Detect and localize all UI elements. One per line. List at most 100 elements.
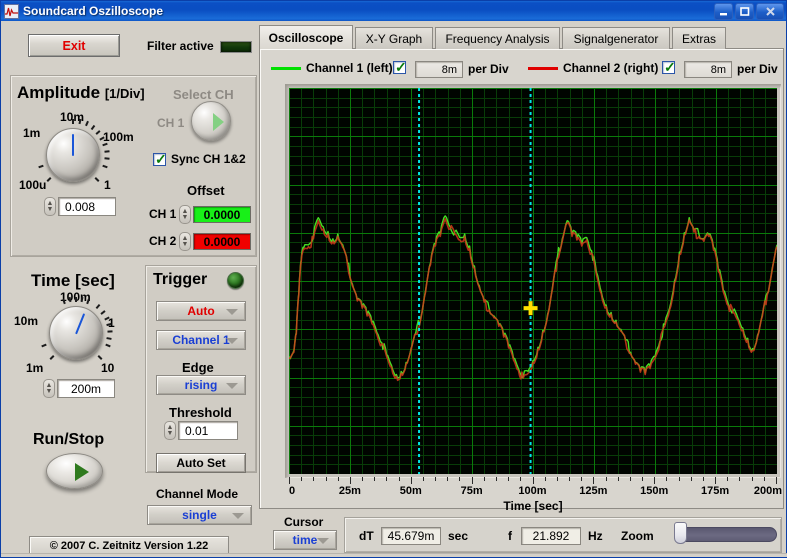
trigger-threshold-spinner[interactable]: ▲▼: [164, 421, 176, 440]
x-axis-tick: [496, 477, 497, 481]
knob-tick: [107, 331, 112, 333]
knob-tick: [49, 355, 54, 360]
select-ch-label: Select CH: [173, 87, 234, 102]
x-axis-tick: [533, 477, 534, 484]
x-axis-tick: [666, 477, 667, 481]
auto-set-button[interactable]: Auto Set: [156, 453, 246, 473]
x-axis-tick: [423, 477, 424, 481]
trigger-mode-dropdown[interactable]: Auto: [156, 301, 246, 321]
trigger-threshold-field[interactable]: 0.01: [178, 421, 238, 440]
x-axis-tick: [313, 477, 314, 481]
time-knob-needle: [75, 313, 85, 334]
zoom-slider-thumb[interactable]: [674, 522, 687, 544]
check-icon: ✓: [664, 60, 676, 74]
scope-display[interactable]: [289, 88, 777, 474]
cursor-mode-dropdown[interactable]: time: [273, 530, 337, 550]
tab-extras[interactable]: Extras: [672, 27, 726, 49]
ch2-offset-field[interactable]: 0.0000: [193, 233, 251, 250]
x-axis-tick-label: 175m: [701, 485, 729, 497]
tab-xy-graph[interactable]: X-Y Graph: [355, 27, 433, 49]
x-axis-tick: [326, 477, 327, 481]
exit-button[interactable]: Exit: [28, 34, 120, 57]
channel1-perdiv-label: per Div: [468, 62, 509, 76]
x-axis-tick: [727, 477, 728, 481]
ch1-offset-field[interactable]: 0.0000: [193, 206, 251, 223]
tab-oscilloscope[interactable]: Oscilloscope: [259, 25, 353, 49]
channel2-perdiv-field[interactable]: 8m: [684, 61, 732, 78]
x-axis-tick: [764, 477, 765, 481]
x-axis-tick: [374, 477, 375, 481]
ch1-offset-spinner[interactable]: ▲▼: [179, 205, 191, 224]
x-axis-tick: [703, 477, 704, 481]
channel1-perdiv-field[interactable]: 8m: [415, 61, 463, 78]
select-ch-knob[interactable]: [191, 101, 231, 141]
time-value-field[interactable]: 200m: [57, 379, 115, 398]
maximize-button[interactable]: [735, 3, 754, 20]
application-window: Soundcard Oszilloscope Exit Filter activ…: [0, 0, 787, 558]
x-axis-tick: [691, 477, 692, 481]
sync-channels-checkbox[interactable]: ✓: [153, 153, 166, 166]
knob-tick: [100, 310, 105, 315]
tab-bar: Oscilloscope X-Y Graph Frequency Analysi…: [259, 25, 784, 49]
x-axis: 025m50m75m100m125m150m175m200m Time [sec…: [289, 477, 777, 509]
knob-tick: [104, 150, 109, 153]
x-axis-tick: [386, 477, 387, 481]
tab-signalgenerator[interactable]: Signalgenerator: [562, 27, 670, 49]
frequency-value-field: 21.892: [521, 527, 581, 545]
amplitude-knob[interactable]: [46, 128, 100, 182]
amplitude-tick-label-1: 1: [104, 178, 111, 192]
knob-tick: [75, 297, 77, 302]
amplitude-tick-label-1m: 1m: [23, 126, 40, 140]
dt-unit-label: sec: [448, 529, 468, 543]
x-axis-tick: [435, 477, 436, 481]
amplitude-spinner[interactable]: ▲▼: [44, 197, 56, 216]
frequency-label: f: [508, 529, 512, 543]
channel2-enable-checkbox[interactable]: ✓: [662, 61, 675, 74]
knob-tick: [105, 344, 110, 348]
x-axis-tick-label: 200m: [754, 485, 782, 497]
channel-mode-dropdown[interactable]: single: [147, 505, 252, 525]
x-axis-tick: [654, 477, 655, 484]
select-ch-pointer-icon: [213, 113, 224, 131]
time-tick-label-10m: 10m: [14, 314, 38, 328]
close-button[interactable]: [756, 3, 784, 20]
x-axis-tick: [557, 477, 558, 481]
amplitude-value-field[interactable]: 0.008: [58, 197, 116, 216]
x-axis-tick: [447, 477, 448, 481]
channel2-color-swatch: [528, 67, 558, 70]
channel1-enable-checkbox[interactable]: ✓: [393, 61, 406, 74]
check-icon: ✓: [395, 60, 407, 74]
x-axis-tick: [776, 477, 777, 484]
channel1-label: Channel 1 (left): [306, 61, 393, 75]
zoom-label: Zoom: [621, 529, 654, 543]
x-axis-tick: [338, 477, 339, 481]
amplitude-title-text: Amplitude: [17, 83, 100, 102]
minimize-button[interactable]: [714, 3, 733, 20]
trigger-source-dropdown[interactable]: Channel 1: [156, 330, 246, 350]
x-axis-ticks: [289, 477, 777, 484]
x-axis-tick-label: 100m: [518, 485, 546, 497]
knob-tick: [72, 119, 74, 124]
ch2-offset-spinner[interactable]: ▲▼: [179, 232, 191, 251]
trigger-source-value: Channel 1: [172, 333, 229, 347]
x-axis-tick: [459, 477, 460, 481]
zoom-slider-track[interactable]: [677, 527, 777, 542]
x-axis-tick: [569, 477, 570, 481]
chevron-down-icon: [226, 309, 238, 315]
knob-tick: [107, 337, 112, 340]
filter-active-led: [220, 41, 252, 53]
time-knob[interactable]: [49, 306, 103, 360]
amplitude-title-unit: [1/Div]: [105, 86, 145, 101]
status-bar: [1, 553, 787, 557]
tab-frequency-analysis[interactable]: Frequency Analysis: [435, 27, 560, 49]
time-spinner[interactable]: ▲▼: [43, 379, 55, 398]
x-axis-tick-label: 125m: [579, 485, 607, 497]
channel1-color-swatch: [271, 67, 301, 70]
run-stop-button[interactable]: [46, 453, 103, 489]
filter-active-label: Filter active: [147, 39, 214, 53]
x-axis-tick: [472, 477, 473, 484]
sync-channels-label: Sync CH 1&2: [171, 152, 246, 166]
trigger-edge-dropdown[interactable]: rising: [156, 375, 246, 395]
x-axis-title: Time [sec]: [289, 499, 777, 513]
frequency-unit-label: Hz: [588, 529, 603, 543]
